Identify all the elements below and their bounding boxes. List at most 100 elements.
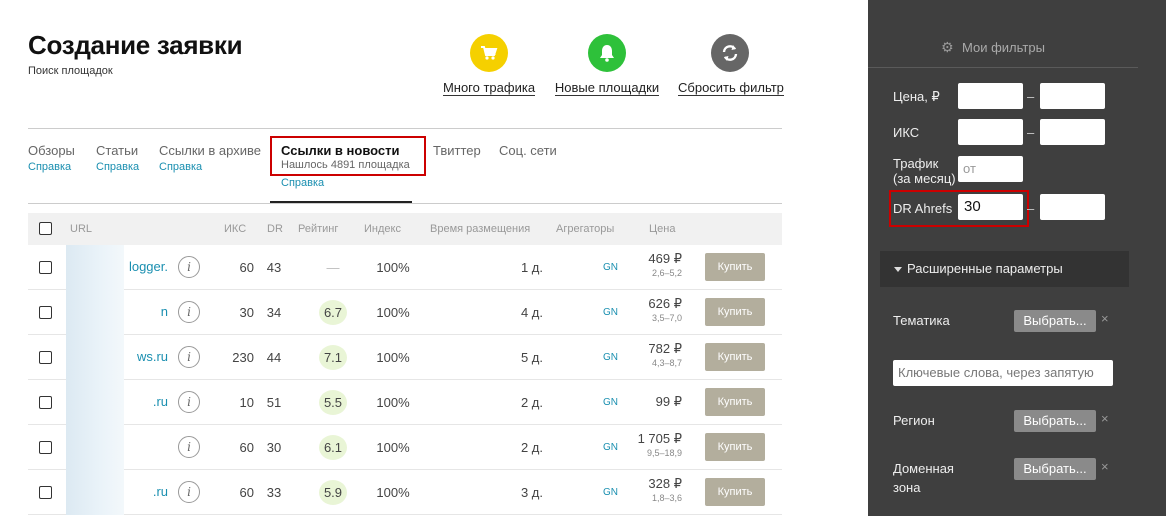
region-choose-button[interactable]: Выбрать...: [1014, 410, 1096, 432]
row-checkbox[interactable]: [39, 261, 52, 274]
dr-from-input[interactable]: 30: [958, 194, 1023, 220]
price-value: 328 ₽: [648, 476, 682, 491]
info-icon[interactable]: i: [178, 391, 200, 413]
page-title: Создание заявки: [28, 30, 243, 60]
tab-social[interactable]: Соц. сети: [499, 143, 557, 158]
range-dash: –: [1027, 201, 1035, 216]
index-value: 100%: [376, 485, 410, 500]
info-icon[interactable]: i: [178, 346, 200, 368]
traffic-from-input[interactable]: от: [958, 156, 1023, 182]
tab-archive-links[interactable]: Ссылки в архиве Справка: [159, 143, 261, 173]
keywords-input[interactable]: Ключевые слова, через запятую: [893, 360, 1113, 386]
divider: [28, 203, 782, 204]
advanced-params-toggle[interactable]: Расширенные параметры: [880, 251, 1129, 287]
dr-value: 30: [266, 440, 282, 455]
tabs: Обзоры Справка Статьи Справка Ссылки в а…: [28, 136, 782, 204]
buy-button[interactable]: Купить: [705, 433, 765, 461]
price-value: 1 705 ₽: [637, 431, 682, 446]
tab-label: Твиттер: [433, 143, 481, 158]
dr-value: 43: [266, 260, 282, 275]
advanced-params-label: Расширенные параметры: [907, 261, 1063, 276]
quick-action-label: Новые площадки: [554, 80, 660, 96]
tab-help-link[interactable]: Справка: [281, 177, 324, 189]
row-checkbox[interactable]: [39, 351, 52, 364]
region-clear-icon[interactable]: ×: [1101, 411, 1109, 426]
price-value: 469 ₽: [648, 251, 682, 266]
quick-action-much-traffic[interactable]: Много трафика: [442, 34, 536, 97]
info-icon[interactable]: i: [178, 256, 200, 278]
column-index[interactable]: Индекс: [364, 223, 401, 235]
iks-value: 230: [232, 350, 254, 365]
column-url[interactable]: URL: [70, 223, 92, 235]
dr-to-input[interactable]: [1040, 194, 1105, 220]
iks-to-input[interactable]: [1040, 119, 1105, 145]
tab-help-link[interactable]: Справка: [159, 161, 261, 173]
placement-time: 2 д.: [520, 440, 543, 455]
buy-button[interactable]: Купить: [705, 343, 765, 371]
buy-button[interactable]: Купить: [705, 478, 765, 506]
table-row: .ru i 60 33 5.9 100% 3 д. GN 328 ₽ 1,8–3…: [28, 470, 782, 515]
row-checkbox[interactable]: [39, 486, 52, 499]
iks-value: 10: [239, 395, 254, 410]
index-value: 100%: [376, 260, 410, 275]
table-header: URL ИКС DR Рейтинг Индекс Время размещен…: [28, 213, 782, 245]
aggregator-link[interactable]: GN: [603, 262, 618, 273]
info-icon[interactable]: i: [178, 301, 200, 323]
region-filter-label: Регион: [893, 413, 935, 428]
row-checkbox[interactable]: [39, 441, 52, 454]
iks-from-input[interactable]: [958, 119, 1023, 145]
price-range: 1,8–3,6: [651, 493, 682, 503]
buy-button[interactable]: Купить: [705, 388, 765, 416]
divider: [28, 128, 782, 129]
domain-choose-button[interactable]: Выбрать...: [1014, 458, 1096, 480]
price-range: 4,3–8,7: [651, 358, 682, 368]
price-from-input[interactable]: [958, 83, 1023, 109]
row-checkbox[interactable]: [39, 306, 52, 319]
buy-button[interactable]: Купить: [705, 253, 765, 281]
column-iks[interactable]: ИКС: [224, 223, 246, 235]
column-dr[interactable]: DR: [267, 223, 283, 235]
theme-choose-button[interactable]: Выбрать...: [1014, 310, 1096, 332]
column-rating[interactable]: Рейтинг: [298, 223, 338, 235]
price-to-input[interactable]: [1040, 83, 1105, 109]
theme-filter-label: Тематика: [893, 313, 950, 328]
aggregator-link[interactable]: GN: [603, 352, 618, 363]
tab-help-link[interactable]: Справка: [96, 161, 139, 173]
column-aggregators[interactable]: Агрегаторы: [556, 223, 614, 235]
info-icon[interactable]: i: [178, 436, 200, 458]
iks-value: 60: [239, 485, 254, 500]
placement-time: 1 д.: [520, 260, 543, 275]
my-filters-label: Мои фильтры: [962, 40, 1045, 55]
tab-reviews[interactable]: Обзоры Справка: [28, 143, 75, 173]
bell-icon: [588, 34, 626, 72]
table-row: logger. i 60 43 — 100% 1 д. GN 469 ₽ 2,6…: [28, 245, 782, 290]
select-all-checkbox[interactable]: [39, 222, 52, 235]
my-filters-header[interactable]: ⚙ Мои фильтры: [868, 0, 1138, 68]
column-price[interactable]: Цена: [649, 223, 675, 235]
theme-clear-icon[interactable]: ×: [1101, 311, 1109, 326]
cart-icon: [470, 34, 508, 72]
filters-sidebar: ⚙ Мои фильтры Цена, ₽ – ИКС – Трафик (за…: [868, 0, 1166, 516]
quick-action-new-sites[interactable]: Новые площадки: [554, 34, 660, 97]
tab-label: Ссылки в архиве: [159, 143, 261, 158]
url-redaction: [66, 425, 124, 470]
aggregator-link[interactable]: GN: [603, 487, 618, 498]
quick-action-reset-filter[interactable]: Сбросить фильтр: [678, 34, 784, 97]
aggregator-link[interactable]: GN: [603, 397, 618, 408]
column-time[interactable]: Время размещения: [430, 223, 530, 235]
tab-label: Ссылки в новости: [281, 143, 400, 158]
aggregator-link[interactable]: GN: [603, 442, 618, 453]
rating-badge: 5.9: [319, 480, 347, 505]
buy-button[interactable]: Купить: [705, 298, 765, 326]
placement-time: 5 д.: [520, 350, 543, 365]
row-checkbox[interactable]: [39, 396, 52, 409]
info-icon[interactable]: i: [178, 481, 200, 503]
tab-help-link[interactable]: Справка: [28, 161, 75, 173]
aggregator-link[interactable]: GN: [603, 307, 618, 318]
tab-news-links[interactable]: Ссылки в новости Нашлось 4891 площадка С…: [270, 136, 426, 189]
main-content: Создание заявки Поиск площадок Много тра…: [0, 0, 868, 516]
iks-value: 60: [239, 440, 254, 455]
domain-clear-icon[interactable]: ×: [1101, 459, 1109, 474]
tab-twitter[interactable]: Твиттер: [433, 143, 481, 158]
tab-articles[interactable]: Статьи Справка: [96, 143, 139, 173]
